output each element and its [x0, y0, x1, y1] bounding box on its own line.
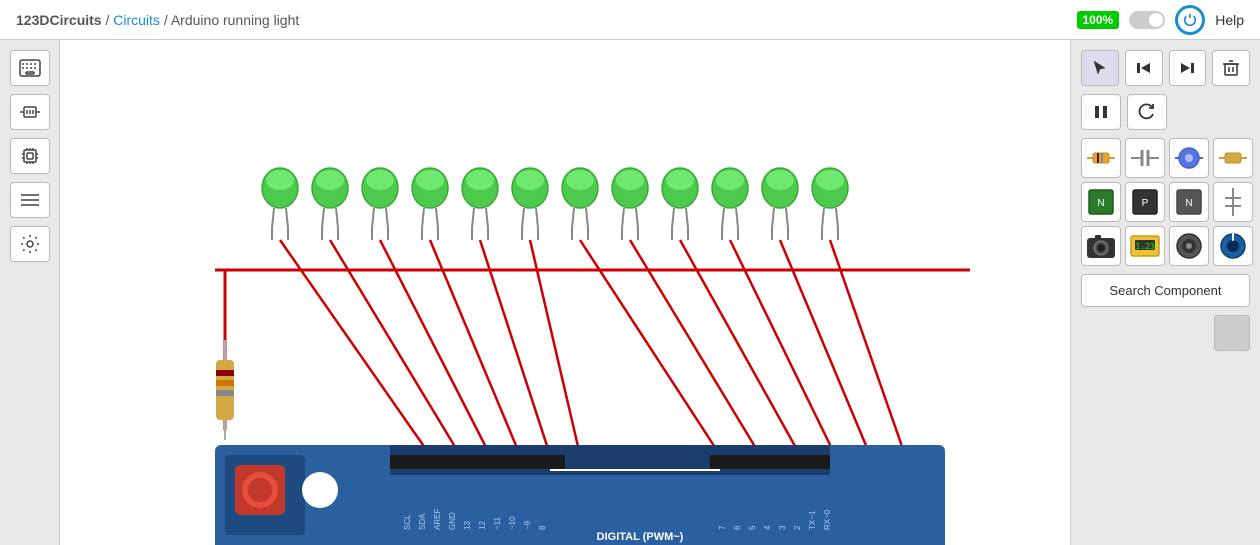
left-sidebar	[0, 40, 60, 545]
svg-text:~11: ~11	[493, 516, 502, 530]
n-transistor-component[interactable]: N	[1169, 182, 1209, 222]
circuits-link[interactable]: Circuits	[113, 12, 160, 28]
resistor-component[interactable]	[1081, 138, 1121, 178]
p-transistor-component[interactable]: P	[1125, 182, 1165, 222]
meter-component[interactable]: 1.23	[1125, 226, 1165, 266]
svg-text:DIGITAL (PWM~): DIGITAL (PWM~)	[597, 531, 684, 543]
svg-text:~10: ~10	[508, 516, 517, 530]
diode-component[interactable]	[1169, 138, 1209, 178]
resistor2-component[interactable]	[1213, 138, 1253, 178]
sep2: /	[164, 12, 171, 28]
toolbar-row-1	[1081, 50, 1250, 86]
search-component-button[interactable]: Search Component	[1081, 274, 1250, 307]
svg-text:AREF: AREF	[433, 509, 442, 530]
small-gray-box	[1214, 315, 1250, 351]
svg-text:7: 7	[718, 525, 727, 530]
svg-text:8: 8	[538, 525, 547, 530]
component-grid: N P N	[1081, 138, 1250, 266]
canvas-area[interactable]: DIGITAL (PWM~) SCL SDA AREF GND 13 12 ~1…	[60, 40, 1070, 545]
svg-text:SCL: SCL	[403, 514, 412, 530]
svg-text:N: N	[1185, 198, 1192, 209]
camera-component[interactable]	[1081, 226, 1121, 266]
svg-text:5: 5	[748, 525, 757, 530]
circuit-diagram: DIGITAL (PWM~) SCL SDA AREF GND 13 12 ~1…	[60, 40, 1070, 545]
step-forward-btn[interactable]	[1169, 50, 1207, 86]
svg-text:RX~0: RX~0	[823, 509, 832, 530]
battery-indicator: 100%	[1077, 11, 1120, 29]
svg-text:3: 3	[778, 525, 787, 530]
svg-text:2: 2	[793, 525, 802, 530]
svg-text:1.23: 1.23	[1135, 242, 1154, 251]
component-tool[interactable]	[10, 94, 50, 130]
header: 123DCircuits / Circuits / Arduino runnin…	[0, 0, 1260, 40]
brand-label: 123DCircuits	[16, 12, 102, 28]
right-panel: N P N	[1070, 40, 1260, 545]
toolbar-row-2	[1081, 94, 1250, 130]
svg-text:P: P	[1142, 198, 1149, 209]
svg-text:N: N	[1097, 198, 1104, 209]
svg-text:SDA: SDA	[418, 513, 427, 530]
svg-text:4: 4	[763, 525, 772, 530]
toggle-switch[interactable]	[1129, 11, 1165, 29]
vert-component[interactable]	[1213, 182, 1253, 222]
header-controls: 100% Help	[1077, 5, 1245, 35]
settings-tool[interactable]	[10, 226, 50, 262]
potentiometer-component[interactable]	[1213, 226, 1253, 266]
main-layout: DIGITAL (PWM~) SCL SDA AREF GND 13 12 ~1…	[0, 40, 1260, 545]
brand-123d: 123D	[16, 12, 49, 28]
svg-text:13: 13	[463, 521, 472, 530]
rotate-btn[interactable]	[1127, 94, 1167, 130]
npn-transistor-component[interactable]: N	[1081, 182, 1121, 222]
select-tool-btn[interactable]	[1081, 50, 1119, 86]
keyboard-tool[interactable]	[10, 50, 50, 86]
speaker-component[interactable]	[1169, 226, 1209, 266]
chip-tool[interactable]	[10, 138, 50, 174]
svg-text:6: 6	[733, 525, 742, 530]
list-tool[interactable]	[10, 182, 50, 218]
delete-btn[interactable]	[1212, 50, 1250, 86]
power-button[interactable]	[1175, 5, 1205, 35]
svg-text:GND: GND	[448, 512, 457, 530]
brand-circuits: Circuits	[49, 12, 101, 28]
svg-text:~9: ~9	[523, 520, 532, 530]
step-back-btn[interactable]	[1125, 50, 1163, 86]
svg-text:12: 12	[478, 521, 487, 530]
pause-btn[interactable]	[1081, 94, 1121, 130]
svg-text:TX~1: TX~1	[808, 510, 817, 530]
breadcrumb: 123DCircuits / Circuits / Arduino runnin…	[16, 12, 299, 28]
project-name: Arduino running light	[171, 12, 299, 28]
capacitor-component[interactable]	[1125, 138, 1165, 178]
help-link[interactable]: Help	[1215, 12, 1244, 28]
